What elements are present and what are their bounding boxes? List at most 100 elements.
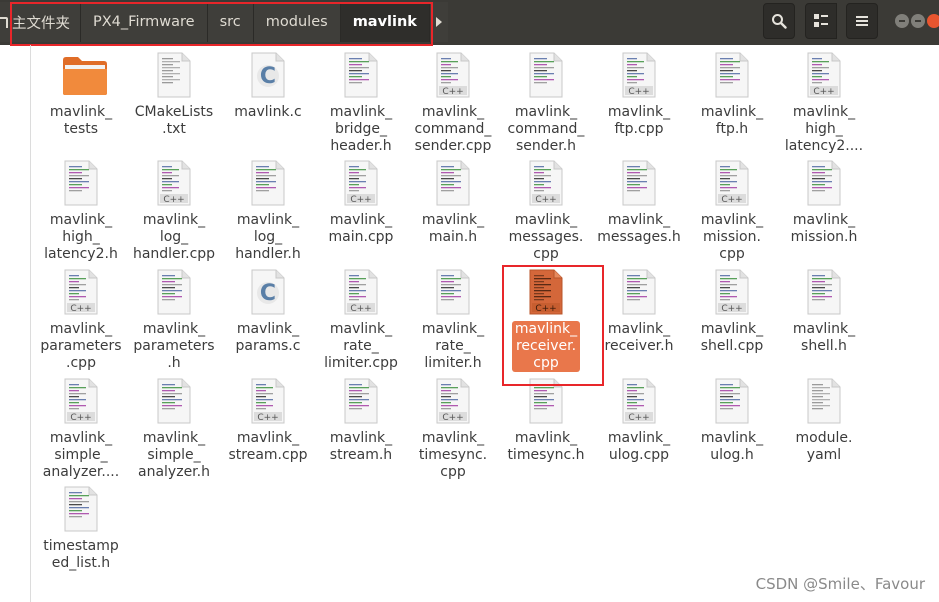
file-item[interactable]: mavlink_ timesync.h xyxy=(502,378,590,464)
file-name: mavlink_ high_ latency2.h xyxy=(44,212,118,262)
file-name: mavlink_ stream.cpp xyxy=(228,430,308,463)
header-file-icon xyxy=(155,269,193,315)
file-name: mavlink_ parameters .cpp xyxy=(40,321,122,371)
file-item[interactable]: mavlink_ messages.h xyxy=(595,160,683,246)
search-button[interactable] xyxy=(763,3,795,39)
header-file-icon xyxy=(620,269,658,315)
file-item[interactable]: C++ mavlink_ ftp.cpp xyxy=(595,52,683,138)
file-item[interactable]: mavlink_ simple_ analyzer.h xyxy=(130,378,218,481)
file-item[interactable]: mavlink_ tests xyxy=(37,52,125,138)
cpp-file-icon: C++ xyxy=(805,52,843,98)
svg-text:C++: C++ xyxy=(70,304,91,314)
file-item[interactable]: C++ mavlink_ rate_ limiter.cpp xyxy=(317,269,405,372)
file-name: mavlink_ mission. cpp xyxy=(700,212,764,262)
text-file-icon xyxy=(155,52,193,98)
svg-text:C: C xyxy=(260,64,276,89)
svg-text:C++: C++ xyxy=(628,87,649,97)
file-item[interactable]: C++ mavlink_ log_ handler.cpp xyxy=(130,160,218,263)
file-item[interactable]: mavlink_ log_ handler.h xyxy=(224,160,312,263)
file-item[interactable]: mavlink_ rate_ limiter.h xyxy=(409,269,497,372)
file-item[interactable]: mavlink_ mission.h xyxy=(780,160,868,246)
maximize-button[interactable] xyxy=(911,14,925,28)
view-toggle-button[interactable] xyxy=(805,3,837,39)
file-name: mavlink_ log_ handler.h xyxy=(235,212,301,262)
file-item[interactable]: C++ mavlink_ parameters .cpp xyxy=(37,269,125,372)
file-item[interactable]: mavlink_ ulog.h xyxy=(688,378,776,464)
file-item[interactable]: mavlink_ main.h xyxy=(409,160,497,246)
watermark: CSDN @Smile、Favour xyxy=(755,575,925,593)
file-name: mavlink_ simple_ analyzer.h xyxy=(138,430,210,480)
file-item[interactable]: C++ mavlink_ mission. cpp xyxy=(688,160,776,263)
c-file-icon: C xyxy=(249,269,287,315)
file-item[interactable]: C++ mavlink_ ulog.cpp xyxy=(595,378,683,464)
file-item[interactable]: mavlink_ command_ sender.h xyxy=(502,52,590,155)
cpp-file-icon: C++ xyxy=(249,378,287,424)
svg-text:C++: C++ xyxy=(163,195,184,205)
sidebar-divider xyxy=(30,45,31,602)
cpp-file-icon: C++ xyxy=(342,160,380,206)
svg-text:C++: C++ xyxy=(350,304,371,314)
svg-text:C: C xyxy=(260,281,276,306)
file-name: mavlink_ timesync. cpp xyxy=(418,430,488,480)
cpp-file-icon: C++ xyxy=(527,160,565,206)
file-name: mavlink_ receiver.h xyxy=(604,321,674,354)
file-name: CMakeLists .txt xyxy=(134,104,214,137)
file-item[interactable]: mavlink_ stream.h xyxy=(317,378,405,464)
file-item[interactable]: C mavlink_ params.c xyxy=(224,269,312,355)
file-item[interactable]: C++ mavlink_ simple_ analyzer.... xyxy=(37,378,125,481)
folder-icon xyxy=(62,52,107,98)
file-item[interactable]: C++ mavlink_ timesync. cpp xyxy=(409,378,497,481)
svg-text:C++: C++ xyxy=(721,195,742,205)
file-item[interactable]: C++ mavlink_ high_ latency2.... xyxy=(780,52,868,155)
file-item[interactable]: mavlink_ parameters .h xyxy=(130,269,218,372)
file-item[interactable]: C++ mavlink_ messages. cpp xyxy=(502,160,590,263)
file-item[interactable]: mavlink_ shell.h xyxy=(780,269,868,355)
file-name: mavlink_ mission.h xyxy=(790,212,858,245)
chevron-right-icon xyxy=(435,17,442,27)
close-window-button[interactable] xyxy=(927,14,939,28)
file-name: mavlink_ messages.h xyxy=(597,212,681,245)
cpp-file-icon: C++ xyxy=(527,269,565,315)
file-name: mavlink_ log_ handler.cpp xyxy=(132,212,216,262)
svg-text:C++: C++ xyxy=(257,413,278,423)
file-item[interactable]: module. yaml xyxy=(780,378,868,464)
header-file-icon xyxy=(805,269,843,315)
file-item[interactable]: C++ mavlink_ main.cpp xyxy=(317,160,405,246)
cpp-file-icon: C++ xyxy=(434,378,472,424)
file-item[interactable]: CMakeLists .txt xyxy=(130,52,218,138)
breadcrumb-highlight-box xyxy=(10,2,433,46)
header-file-icon xyxy=(342,378,380,424)
cpp-file-icon: C++ xyxy=(713,269,751,315)
file-name: timestamp ed_list.h xyxy=(43,538,119,571)
header-file-icon xyxy=(527,52,565,98)
file-name: mavlink_ messages. cpp xyxy=(508,212,584,262)
file-item[interactable]: C mavlink.c xyxy=(224,52,312,121)
minimize-button[interactable] xyxy=(895,14,909,28)
file-name: mavlink_ rate_ limiter.h xyxy=(421,321,485,371)
file-name: mavlink_ main.cpp xyxy=(328,212,394,245)
menu-button[interactable] xyxy=(846,3,878,39)
file-item[interactable]: C++ mavlink_ stream.cpp xyxy=(224,378,312,464)
hamburger-menu-icon xyxy=(856,16,868,26)
svg-text:C++: C++ xyxy=(535,304,556,314)
file-item[interactable]: C++ mavlink_ shell.cpp xyxy=(688,269,776,355)
file-item[interactable]: C++ mavlink_ command_ sender.cpp xyxy=(409,52,497,155)
header-file-icon xyxy=(713,52,751,98)
file-item[interactable]: mavlink_ high_ latency2.h xyxy=(37,160,125,263)
file-name: mavlink.c xyxy=(234,104,302,120)
svg-text:C++: C++ xyxy=(442,413,463,423)
cpp-file-icon: C++ xyxy=(434,52,472,98)
header-bar: 主文件夹 PX4_Firmware src modules mavlink xyxy=(0,0,939,46)
cpp-file-icon: C++ xyxy=(62,378,100,424)
svg-text:C++: C++ xyxy=(628,413,649,423)
header-file-icon xyxy=(713,378,751,424)
grid-view-icon xyxy=(814,14,828,27)
file-item[interactable]: mavlink_ bridge_ header.h xyxy=(317,52,405,155)
cpp-file-icon: C++ xyxy=(342,269,380,315)
svg-text:C++: C++ xyxy=(350,195,371,205)
file-item[interactable]: mavlink_ ftp.h xyxy=(688,52,776,138)
file-item[interactable]: mavlink_ receiver.h xyxy=(595,269,683,355)
file-item[interactable]: timestamp ed_list.h xyxy=(37,486,125,572)
header-file-icon xyxy=(805,160,843,206)
file-item[interactable]: C++ mavlink_ receiver. cpp xyxy=(502,269,590,372)
